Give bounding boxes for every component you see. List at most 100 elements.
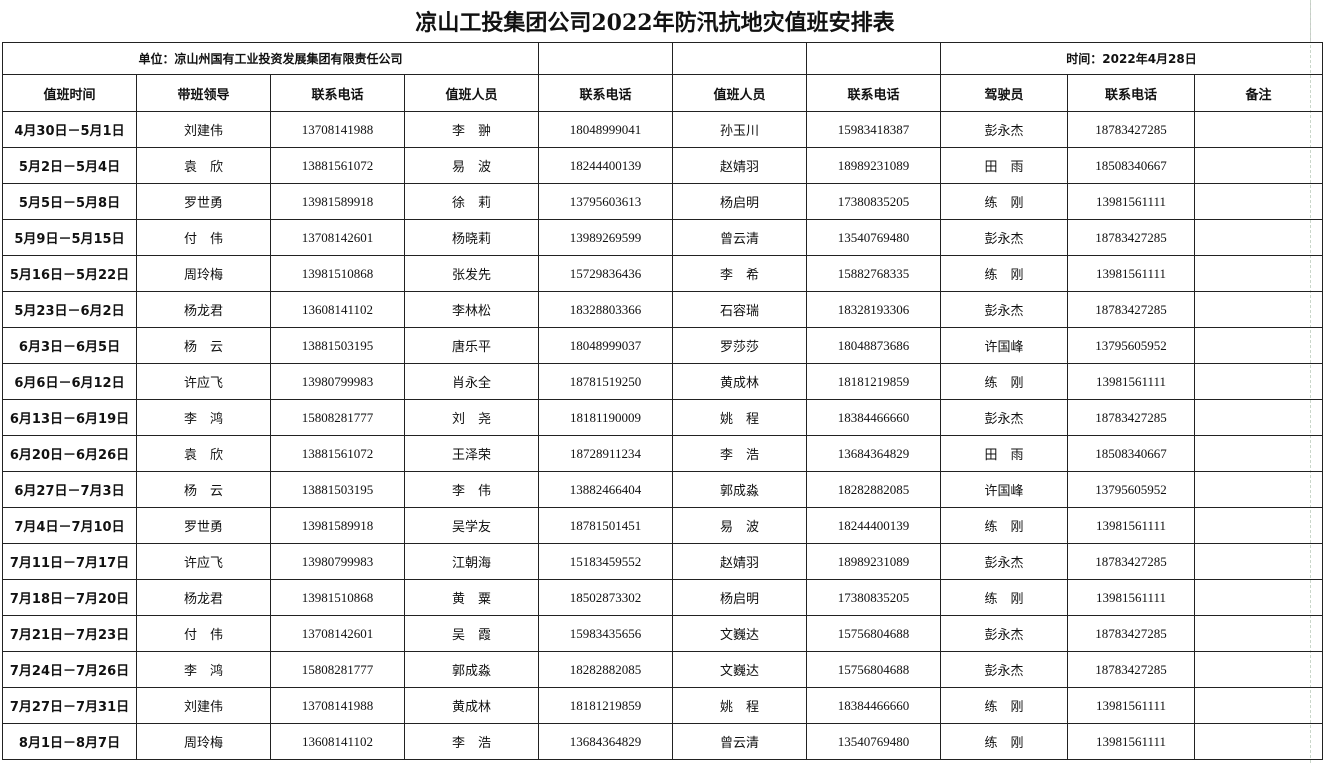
leader-cell[interactable]: 许应飞 [136, 363, 271, 400]
duty-phone-cell[interactable]: 18728911234 [538, 435, 674, 472]
period-cell[interactable]: 7月18日－7月20日 [2, 579, 137, 616]
duty-phone-cell[interactable]: 13795603613 [538, 183, 674, 220]
note-cell[interactable] [1194, 255, 1324, 292]
leader-phone-cell[interactable]: 13708141988 [270, 687, 405, 724]
duty-person-cell[interactable]: 郭成淼 [403, 651, 540, 688]
duty-person-cell[interactable]: 黄成林 [672, 363, 808, 400]
driver-phone-cell[interactable]: 18783427285 [1067, 651, 1196, 688]
note-cell[interactable] [1194, 111, 1324, 148]
driver-cell[interactable]: 彭永杰 [940, 543, 1069, 580]
duty-person-cell[interactable]: 易 波 [403, 147, 540, 184]
leader-cell[interactable]: 杨 云 [136, 327, 271, 364]
driver-phone-cell[interactable]: 13795605952 [1067, 327, 1196, 364]
leader-phone-cell[interactable]: 13608141102 [270, 291, 405, 328]
duty-phone-cell[interactable]: 13540769480 [806, 219, 942, 256]
duty-phone-cell[interactable]: 13684364829 [806, 435, 942, 472]
period-cell[interactable]: 5月9日－5月15日 [2, 219, 137, 256]
duty-phone-cell[interactable]: 18502873302 [538, 579, 674, 616]
unit-cell[interactable]: 单位：凉山州国有工业投资发展集团有限责任公司 [1, 42, 540, 75]
duty-phone-cell[interactable]: 18989231089 [806, 147, 942, 184]
driver-cell[interactable]: 许国峰 [940, 471, 1069, 508]
leader-phone-cell[interactable]: 13881561072 [270, 435, 405, 472]
leader-cell[interactable]: 许应飞 [136, 543, 271, 580]
period-cell[interactable]: 7月27日－7月31日 [2, 687, 137, 724]
driver-cell[interactable]: 练 刚 [940, 183, 1069, 220]
leader-phone-cell[interactable]: 13881503195 [270, 327, 405, 364]
duty-person-cell[interactable]: 唐乐平 [403, 327, 540, 364]
duty-phone-cell[interactable]: 18989231089 [806, 543, 942, 580]
duty-person-cell[interactable]: 黄 粟 [403, 579, 540, 616]
period-cell[interactable]: 6月27日－7月3日 [2, 471, 137, 508]
duty-phone-cell[interactable]: 18181190009 [538, 399, 674, 436]
driver-cell[interactable]: 彭永杰 [940, 111, 1069, 148]
duty-person-cell[interactable]: 姚 程 [672, 687, 808, 724]
duty-phone-cell[interactable]: 13540769480 [806, 723, 942, 760]
driver-cell[interactable]: 彭永杰 [940, 219, 1069, 256]
leader-cell[interactable]: 罗世勇 [136, 183, 271, 220]
duty-person-cell[interactable]: 杨启明 [672, 183, 808, 220]
duty-phone-cell[interactable]: 13882466404 [538, 471, 674, 508]
period-cell[interactable]: 6月3日－6月5日 [2, 327, 137, 364]
duty-phone-cell[interactable]: 17380835205 [806, 183, 942, 220]
leader-phone-cell[interactable]: 13881561072 [270, 147, 405, 184]
driver-cell[interactable]: 彭永杰 [940, 291, 1069, 328]
header-cell[interactable]: 带班领导 [136, 74, 271, 112]
note-cell[interactable] [1194, 507, 1324, 544]
duty-phone-cell[interactable]: 18384466660 [806, 687, 942, 724]
duty-phone-cell[interactable]: 15756804688 [806, 615, 942, 652]
duty-person-cell[interactable]: 罗莎莎 [672, 327, 808, 364]
duty-phone-cell[interactable]: 18328193306 [806, 291, 942, 328]
duty-person-cell[interactable]: 姚 程 [672, 399, 808, 436]
duty-person-cell[interactable]: 石容瑞 [672, 291, 808, 328]
duty-person-cell[interactable]: 文巍达 [672, 615, 808, 652]
leader-cell[interactable]: 杨龙君 [136, 579, 271, 616]
period-cell[interactable]: 7月24日－7月26日 [2, 651, 137, 688]
leader-phone-cell[interactable]: 13708141988 [270, 111, 405, 148]
driver-phone-cell[interactable]: 13981561111 [1067, 579, 1196, 616]
leader-cell[interactable]: 刘建伟 [136, 111, 271, 148]
leader-phone-cell[interactable]: 13981589918 [270, 507, 405, 544]
note-cell[interactable] [1194, 651, 1324, 688]
note-cell[interactable] [1194, 219, 1324, 256]
duty-phone-cell[interactable]: 15183459552 [538, 543, 674, 580]
driver-phone-cell[interactable]: 18508340667 [1067, 435, 1196, 472]
duty-person-cell[interactable]: 吴学友 [403, 507, 540, 544]
driver-cell[interactable]: 彭永杰 [940, 399, 1069, 436]
leader-cell[interactable]: 罗世勇 [136, 507, 271, 544]
leader-phone-cell[interactable]: 13708142601 [270, 219, 405, 256]
note-cell[interactable] [1194, 543, 1324, 580]
leader-cell[interactable]: 袁 欣 [136, 435, 271, 472]
driver-cell[interactable]: 练 刚 [940, 687, 1069, 724]
duty-phone-cell[interactable]: 15729836436 [538, 255, 674, 292]
note-cell[interactable] [1194, 723, 1324, 760]
duty-person-cell[interactable]: 刘 尧 [403, 399, 540, 436]
period-cell[interactable]: 6月13日－6月19日 [2, 399, 137, 436]
driver-phone-cell[interactable]: 13981561111 [1067, 507, 1196, 544]
duty-phone-cell[interactable]: 15756804688 [806, 651, 942, 688]
duty-person-cell[interactable]: 杨启明 [672, 579, 808, 616]
duty-person-cell[interactable]: 张发先 [403, 255, 540, 292]
period-cell[interactable]: 5月2日－5月4日 [2, 147, 137, 184]
driver-phone-cell[interactable]: 18508340667 [1067, 147, 1196, 184]
driver-cell[interactable]: 练 刚 [940, 579, 1069, 616]
driver-phone-cell[interactable]: 18783427285 [1067, 219, 1196, 256]
period-cell[interactable]: 5月16日－5月22日 [2, 255, 137, 292]
leader-cell[interactable]: 刘建伟 [136, 687, 271, 724]
duty-person-cell[interactable]: 曾云清 [672, 723, 808, 760]
duty-person-cell[interactable]: 李林松 [403, 291, 540, 328]
duty-person-cell[interactable]: 赵婧羽 [672, 147, 808, 184]
leader-cell[interactable]: 付 伟 [136, 615, 271, 652]
leader-phone-cell[interactable]: 15808281777 [270, 399, 405, 436]
period-cell[interactable]: 6月6日－6月12日 [2, 363, 137, 400]
duty-phone-cell[interactable]: 18384466660 [806, 399, 942, 436]
header-cell[interactable]: 联系电话 [270, 74, 405, 112]
leader-cell[interactable]: 李 鸿 [136, 399, 271, 436]
driver-phone-cell[interactable]: 18783427285 [1067, 111, 1196, 148]
leader-phone-cell[interactable]: 13980799983 [270, 363, 405, 400]
duty-person-cell[interactable]: 易 波 [672, 507, 808, 544]
duty-phone-cell[interactable]: 18328803366 [538, 291, 674, 328]
duty-person-cell[interactable]: 杨晓莉 [403, 219, 540, 256]
note-cell[interactable] [1194, 183, 1324, 220]
duty-person-cell[interactable]: 曾云清 [672, 219, 808, 256]
driver-cell[interactable]: 练 刚 [940, 363, 1069, 400]
